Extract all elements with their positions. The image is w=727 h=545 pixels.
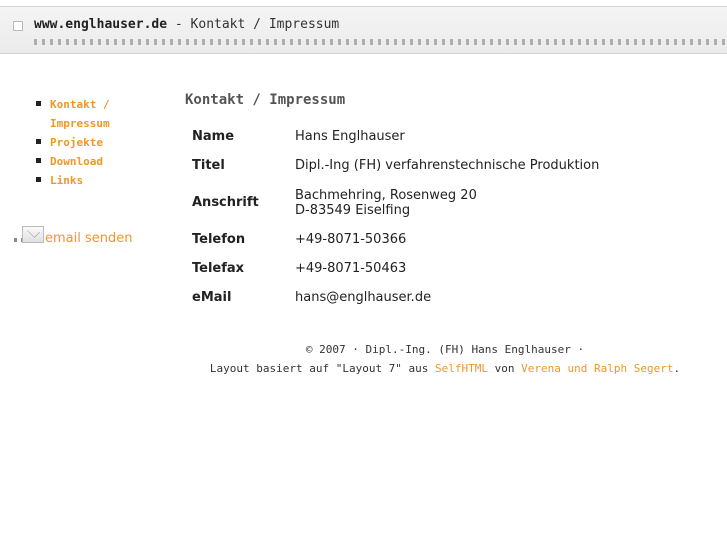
row-value-name: Hans Englhauser — [295, 129, 405, 144]
email-address-link[interactable]: hans@englhauser.de — [295, 283, 599, 312]
table-row: Telefax +49-8071-50463 — [186, 254, 599, 283]
email-link-label[interactable]: email senden — [45, 231, 132, 246]
header-page: Kontakt / Impressum — [190, 17, 340, 32]
footer-text: . — [673, 362, 681, 375]
row-key-titel: Titel — [192, 158, 225, 173]
row-value-telefon: +49-8071-50366 — [295, 232, 407, 247]
table-row: Anschrift Bachmehring, Rosenweg 20 D-8354… — [186, 180, 599, 225]
footer-copyright: © 2007 · Dipl.-Ing. (FH) Hans Englhauser… — [305, 343, 585, 356]
footer-credits: Layout basiert auf "Layout 7" aus SelfHT… — [185, 362, 705, 375]
site-header: www.englhauser.de - Kontakt / Impressum — [0, 6, 727, 54]
table-row: eMail hans@englhauser.de — [186, 283, 599, 312]
row-key-telefax: Telefax — [192, 261, 245, 276]
header-title: www.englhauser.de - Kontakt / Impressum — [34, 17, 339, 32]
sidebar-item-projekte[interactable]: Projekte — [36, 133, 146, 152]
header-dotted-rule — [34, 39, 727, 45]
mail-envelope-icon — [22, 226, 44, 243]
header-separator: - — [167, 17, 191, 32]
selfhtml-link[interactable]: SelfHTML — [435, 362, 488, 375]
sidebar-item-links[interactable]: Links — [36, 171, 146, 190]
table-row: Titel Dipl.-Ing (FH) verfahrenstechnisch… — [186, 151, 599, 180]
footer-text: von — [488, 362, 522, 375]
address-line-2: D-83549 Eiselfing — [295, 202, 411, 218]
sidebar-item-label: Links — [50, 174, 84, 187]
row-key-anschrift: Anschrift — [192, 195, 259, 210]
sidebar-item-kontakt[interactable]: Kontakt / Impressum — [36, 95, 146, 133]
sidebar-item-label: Download — [50, 155, 103, 168]
table-row: Name Hans Englhauser — [186, 122, 599, 151]
site-name: www.englhauser.de — [34, 17, 168, 32]
sidebar-item-label: Projekte — [50, 136, 103, 149]
address-line-1: Bachmehring, Rosenweg 20 — [295, 187, 477, 203]
footer-text: Layout basiert auf "Layout 7" aus — [209, 362, 436, 375]
sidebar-nav: Kontakt / Impressum Projekte Download Li… — [36, 95, 146, 190]
row-value-titel: Dipl.-Ing (FH) verfahrenstechnische Prod… — [295, 158, 600, 173]
row-key-email: eMail — [192, 290, 232, 305]
row-value-anschrift: Bachmehring, Rosenweg 20 D-83549 Eiselfin… — [295, 180, 599, 225]
page-title: Kontakt / Impressum — [185, 92, 346, 108]
contact-table: Name Hans Englhauser Titel Dipl.-Ing (FH… — [186, 122, 599, 312]
segert-link[interactable]: Verena und Ralph Segert — [521, 362, 673, 375]
sidebar-item-label: Kontakt / Impressum — [50, 98, 110, 130]
row-key-telefon: Telefon — [192, 232, 246, 247]
table-row: Telefon +49-8071-50366 — [186, 225, 599, 254]
row-key-name: Name — [192, 129, 235, 144]
sidebar-item-download[interactable]: Download — [36, 152, 146, 171]
window-square-icon — [13, 21, 23, 31]
row-value-telefax: +49-8071-50463 — [295, 261, 407, 276]
